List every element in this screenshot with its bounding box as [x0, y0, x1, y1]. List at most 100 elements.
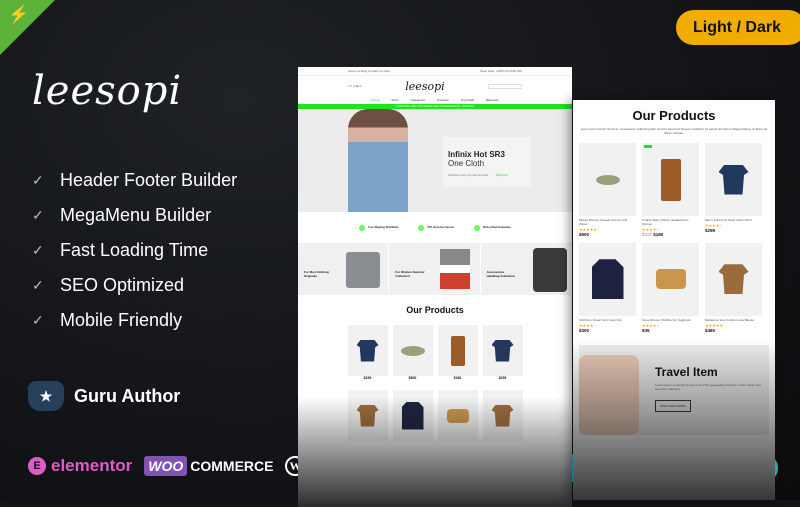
- product-card[interactable]: $500: [392, 325, 433, 380]
- social-icons[interactable]: f ✕ ◎ ▶ in: [348, 84, 362, 88]
- category-title: For Women Summer Collection: [395, 270, 425, 278]
- check-icon: ✓: [32, 312, 44, 328]
- desktop-preview: About Us Blog Contact Us Help Need Help:…: [298, 67, 572, 507]
- check-icon: ✓: [32, 172, 44, 188]
- truck-icon: [359, 224, 366, 231]
- product-name[interactable]: Muhsa Women Suwaar Autumn And Winter: [579, 218, 636, 227]
- product-card[interactable]: $180: [437, 325, 478, 380]
- men-clothing-image: [346, 252, 381, 288]
- hero-banner: Infinix Hot SR3 One Cloth Find those whi…: [298, 109, 572, 212]
- preview-topbar: About Us Blog Contact Us Help Need Help:…: [298, 67, 572, 76]
- feature-list: ✓ Header Footer Builder ✓ MegaMenu Builder…: [32, 163, 237, 338]
- product-name[interactable]: Chaliot Warm Winter Headband for Women: [642, 218, 699, 227]
- feature-label: Fast Loading Time: [60, 240, 209, 260]
- preview-nav: Home Shop Categories Products Top Deals …: [298, 96, 572, 104]
- service-item: 24/7 Customer Service: [418, 224, 455, 231]
- nav-categories[interactable]: Categories: [410, 98, 425, 102]
- fade-overlay: [298, 397, 572, 507]
- boot-image: [655, 269, 686, 290]
- handbag-image: [532, 248, 567, 292]
- product-price: $259: [705, 227, 716, 233]
- product-price: $300: [579, 327, 590, 333]
- category-banners: For Men Clothing Originals For Women Sum…: [298, 244, 572, 295]
- brand-logo: leesopi: [32, 68, 183, 114]
- check-icon: ✓: [32, 277, 44, 293]
- product-old-price: $200: [642, 231, 653, 237]
- feature-item: ✓ SEO Optimized: [32, 268, 237, 303]
- category-banner[interactable]: For Men Clothing Originals: [298, 244, 390, 295]
- feature-item: ✓ MegaMenu Builder: [32, 198, 237, 233]
- product-price: $259: [498, 376, 507, 380]
- hero-model-image: [348, 109, 408, 212]
- tablet-preview: Our Products Lorem Ipsum Dolor Sit Amet,…: [573, 100, 775, 500]
- author-label: Guru Author: [74, 385, 181, 406]
- products-subtitle: Lorem Ipsum Dolor Sit Amet, Consectetur …: [580, 127, 768, 135]
- hero-title: Infinix Hot SR3: [448, 150, 505, 159]
- feature-label: MegaMenu Builder: [60, 205, 212, 225]
- slipper-image: [400, 345, 425, 356]
- product-card[interactable]: Men's Solid Polo Neck Cotton Shirt ★★★★☆ $…: [705, 143, 762, 237]
- feature-item: ✓ Fast Loading Time: [32, 233, 237, 268]
- money-icon: [474, 224, 481, 231]
- cat-star-icon: ★: [28, 381, 64, 411]
- coat-image: [450, 335, 465, 366]
- fade-overlay: [573, 340, 775, 500]
- elementor-text: elementor: [51, 456, 133, 475]
- light-dark-toggle[interactable]: Light / Dark: [676, 10, 800, 45]
- service-title: 24/7 Customer Service: [427, 226, 455, 229]
- sweater-image: [591, 259, 624, 300]
- elementor-icon: E: [28, 457, 46, 475]
- women-collection-image: [439, 249, 470, 289]
- slipper-image: [595, 174, 620, 185]
- service-item: Free Shipping Worldwide: [359, 224, 398, 231]
- preview-header: f ✕ ◎ ▶ in leesopi: [298, 76, 572, 96]
- category-title: For Men Clothing Originals: [304, 270, 329, 278]
- feature-label: SEO Optimized: [60, 275, 185, 295]
- product-card[interactable]: Muhsa Women Suwaar Autumn And Winter ★★★★…: [579, 143, 636, 237]
- nav-products[interactable]: Products: [437, 98, 449, 102]
- preview-search-input[interactable]: [487, 83, 522, 89]
- nav-top-deals[interactable]: Top Deals: [461, 98, 474, 102]
- headset-icon: [418, 224, 425, 231]
- blouse-image: [718, 264, 749, 295]
- products-heading: Our Products: [406, 305, 464, 315]
- product-price: $180: [453, 376, 462, 380]
- product-card[interactable]: Odd Dom Sweat Vent Color Knit ★★★★☆ $300: [579, 242, 636, 333]
- nav-shop[interactable]: Shop: [391, 98, 398, 102]
- service-item: Money Back Guarantee: [474, 224, 511, 231]
- nav-elements[interactable]: Elements: [486, 98, 499, 102]
- guru-author-badge: ★ Guru Author: [28, 381, 180, 411]
- feature-item: ✓ Header Footer Builder: [32, 163, 237, 198]
- product-price: $180: [653, 231, 664, 237]
- product-price: $480: [705, 327, 716, 333]
- topbar-links[interactable]: About Us Blog Contact Us Help: [348, 69, 390, 73]
- commerce-text: COMMERCE: [190, 458, 274, 474]
- category-banner[interactable]: Accessories Handbag Collection: [480, 244, 572, 295]
- woo-text: WOO: [144, 456, 188, 476]
- product-card[interactable]: Chaliot Warm Winter Headband for Women ★★…: [642, 143, 699, 237]
- product-price: $500: [408, 376, 417, 380]
- product-price: $35: [642, 327, 650, 333]
- product-card[interactable]: Kena Women Shuffles Fur Uggboots ★★★★☆ $35: [642, 242, 699, 333]
- feature-item: ✓ Mobile Friendly: [32, 303, 237, 338]
- nav-home[interactable]: Home: [371, 98, 379, 102]
- product-price: $259: [363, 376, 372, 380]
- preview-logo[interactable]: leesopi: [405, 80, 444, 93]
- check-icon: ✓: [32, 242, 44, 258]
- woocommerce-logo: WOO COMMERCE: [144, 456, 273, 476]
- hero-cta[interactable]: Shop Now: [496, 174, 508, 177]
- service-title: Money Back Guarantee: [483, 226, 511, 229]
- feature-label: Mobile Friendly: [60, 310, 183, 330]
- product-card[interactable]: $259: [482, 325, 523, 380]
- category-title: Accessories Handbag Collection: [486, 270, 515, 278]
- feature-label: Header Footer Builder: [60, 170, 238, 190]
- product-grid: $259 $500 $180 $259: [298, 325, 572, 380]
- product-card[interactable]: $259: [347, 325, 388, 380]
- product-grid: Muhsa Women Suwaar Autumn And Winter ★★★★…: [573, 135, 775, 333]
- elementor-logo: Eelementor: [28, 456, 132, 476]
- products-heading: Our Products: [632, 108, 716, 123]
- polo-shirt-image: [356, 339, 379, 362]
- product-card[interactable]: Madantum Eva Comfort Lace Blouse ★★★★★ $48…: [705, 242, 762, 333]
- check-icon: ✓: [32, 207, 44, 223]
- category-banner[interactable]: For Women Summer Collection: [389, 244, 481, 295]
